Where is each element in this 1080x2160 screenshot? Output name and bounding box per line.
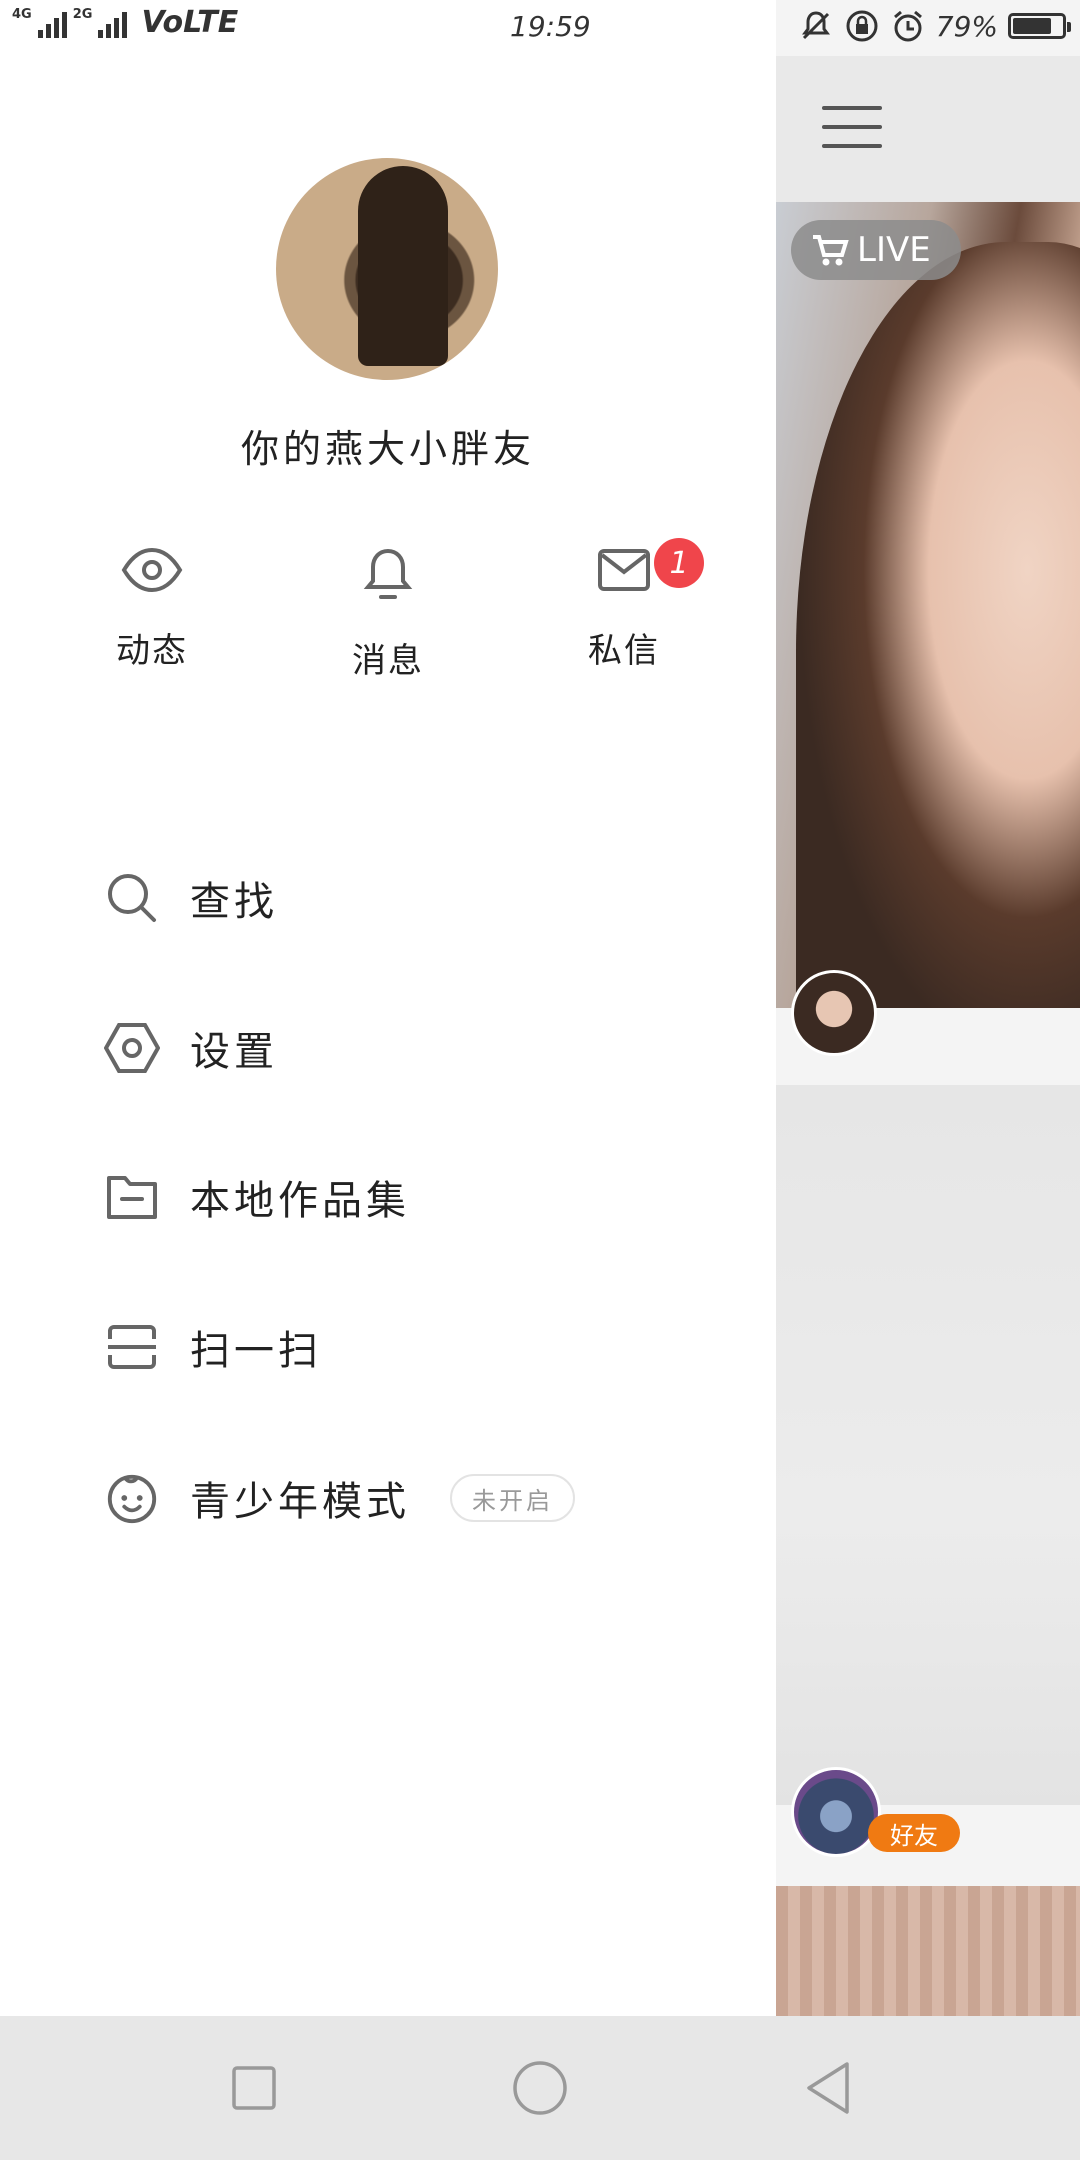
menu-item-label: 扫一扫: [190, 1328, 322, 1374]
volte-label: VoLTE: [141, 5, 239, 40]
friend-tag: 好友: [868, 1814, 960, 1852]
battery-level-fill: [1013, 18, 1051, 34]
menu-item-local-works[interactable]: 本地作品集: [104, 1152, 410, 1242]
live-card-photo: [796, 242, 1080, 1008]
youth-mode-status-pill: 未开启: [450, 1474, 575, 1522]
streamer-avatar[interactable]: [791, 970, 877, 1056]
signal-bars-icon: [37, 8, 67, 38]
status-icons: 79%: [798, 8, 1071, 44]
live-card[interactable]: LIVE: [776, 202, 1080, 1008]
menu-item-youth-mode[interactable]: 青少年模式 未开启: [104, 1453, 575, 1543]
feed-background: LIVE 好友: [776, 0, 1080, 2016]
menu-item-scan[interactable]: 扫一扫: [104, 1302, 322, 1392]
signal-bars-icon: [98, 8, 128, 38]
battery-percentage: 79%: [935, 9, 998, 43]
mail-icon: [598, 549, 650, 591]
battery-icon: [1008, 13, 1071, 39]
menu-item-label: 查找: [190, 879, 278, 925]
bell-icon: [363, 548, 413, 599]
scan-icon: [104, 1319, 160, 1375]
system-nav-bar: [0, 2016, 1080, 2160]
lock-rotation-icon: [846, 10, 878, 42]
live-badge-label: LIVE: [857, 230, 931, 270]
feed-header: [776, 56, 1080, 202]
eye-icon: [121, 547, 183, 593]
back-button[interactable]: [796, 2056, 860, 2120]
unread-badge: 1: [654, 538, 704, 588]
menu-item-label: 青少年模式: [190, 1479, 410, 1525]
mute-icon: [801, 11, 830, 40]
circle-icon: [513, 2061, 567, 2115]
menu-item-settings[interactable]: 设置: [104, 1003, 278, 1093]
quick-action-label: 私信: [588, 631, 660, 671]
network-type-4g: 4G: [12, 7, 32, 22]
menu-item-label: 设置: [190, 1029, 278, 1075]
quick-action-label: 消息: [352, 641, 424, 681]
search-icon: [104, 870, 160, 926]
menu-item-label: 本地作品集: [190, 1178, 410, 1224]
clock: 19:59: [510, 10, 591, 43]
menu-hamburger-icon[interactable]: [822, 106, 882, 163]
recent-apps-button[interactable]: [222, 2056, 286, 2120]
side-drawer: 你的燕大小胖友 动态 消息 私信 1 查找 设置 本地作品集 扫一扫 青少年模式…: [0, 0, 776, 2016]
profile-avatar[interactable]: [276, 158, 498, 380]
triangle-back-icon: [807, 2062, 849, 2114]
folder-icon: [104, 1169, 160, 1225]
quick-action-messages[interactable]: 消息: [308, 545, 468, 682]
live-badge: LIVE: [791, 220, 961, 280]
feed-card[interactable]: [776, 1085, 1080, 1805]
status-bar: 4G 2G VoLTE 19:59 79%: [0, 0, 1080, 56]
screen: 4G 2G VoLTE 19:59 79% LIVE 好友 你的燕大小胖友 动态…: [0, 0, 1080, 2160]
shopping-cart-icon: [813, 235, 849, 266]
friend-avatar[interactable]: [791, 1767, 881, 1857]
feed-card[interactable]: [776, 1886, 1080, 2016]
square-icon: [232, 2066, 276, 2110]
network-type-2g: 2G: [72, 7, 93, 22]
quick-action-label: 动态: [116, 631, 188, 671]
child-face-icon: [104, 1470, 160, 1526]
signal-group: 4G 2G VoLTE: [12, 8, 238, 38]
menu-item-search[interactable]: 查找: [104, 853, 278, 943]
home-button[interactable]: [508, 2056, 572, 2120]
alarm-icon: [893, 10, 922, 42]
quick-action-feed[interactable]: 动态: [72, 545, 232, 672]
settings-hexagon-icon: [104, 1020, 160, 1076]
username[interactable]: 你的燕大小胖友: [0, 418, 776, 473]
